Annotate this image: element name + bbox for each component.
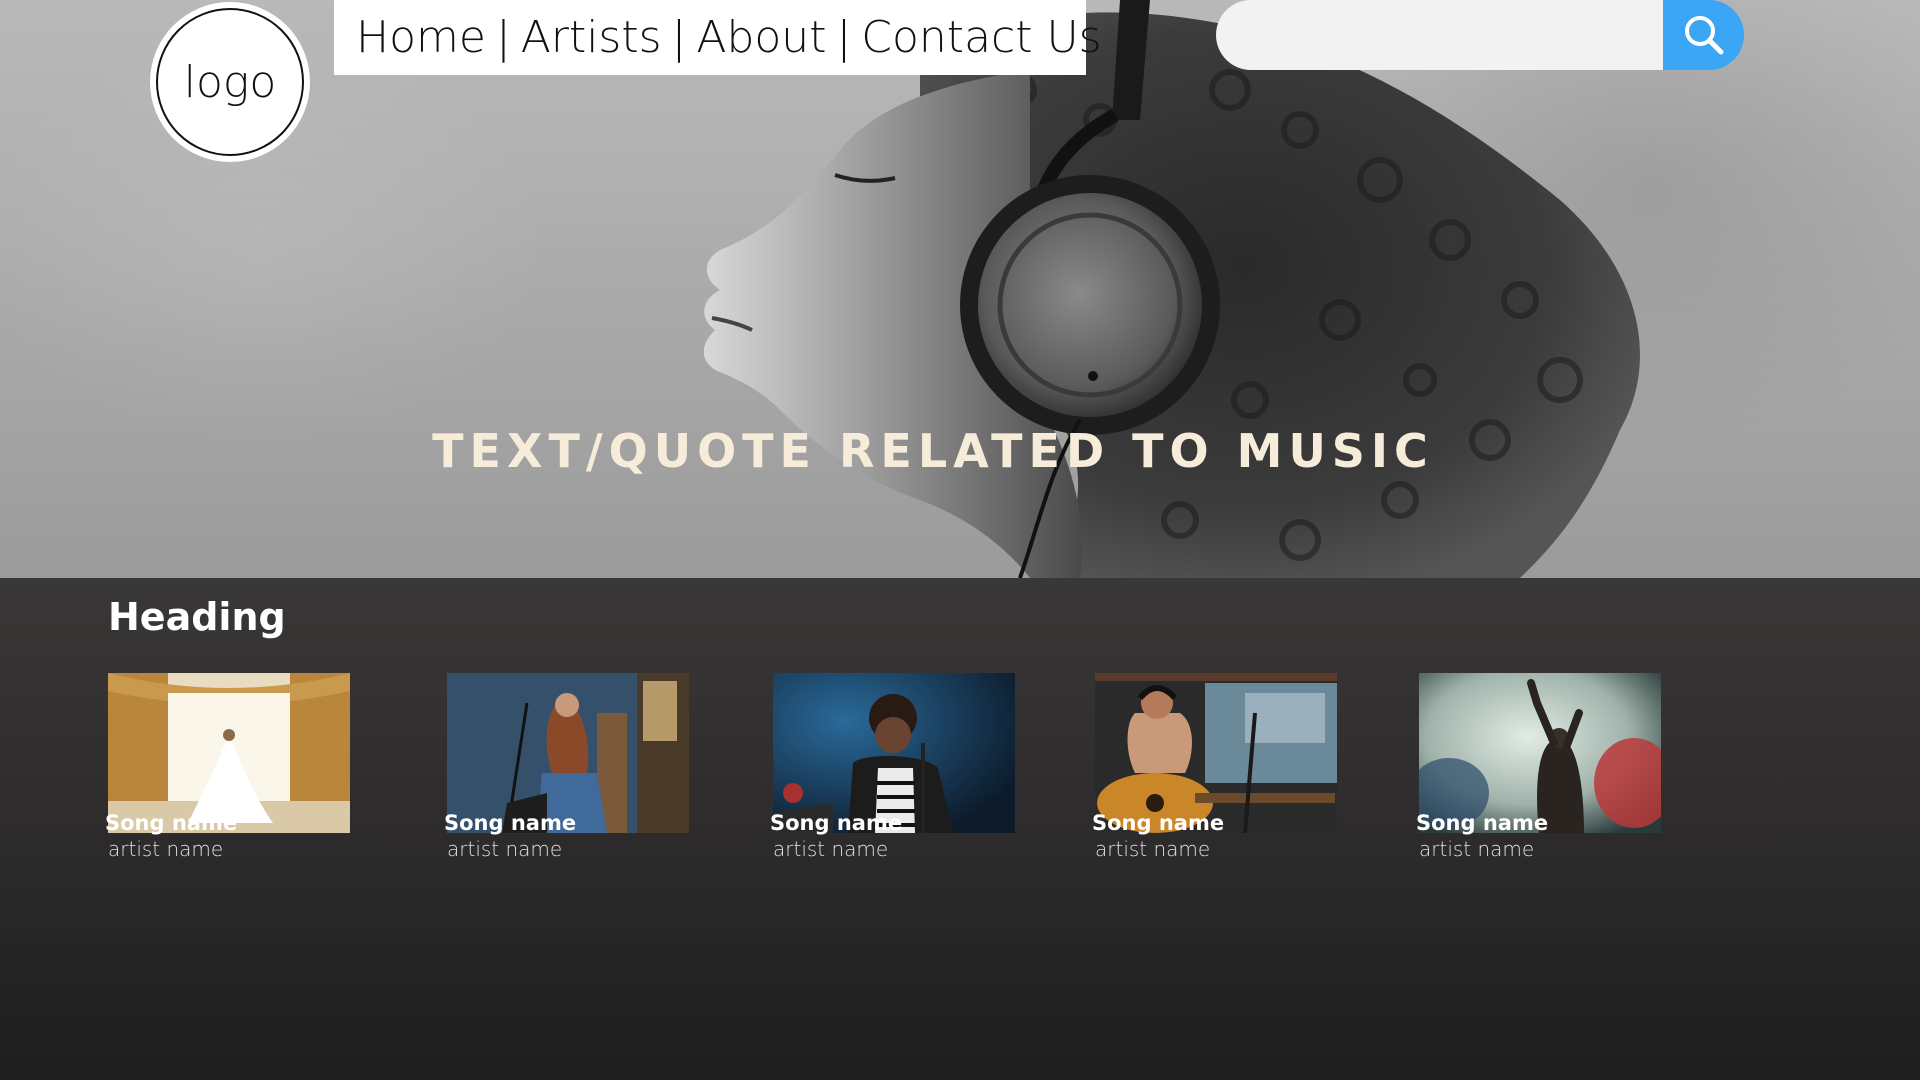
- artist-name[interactable]: artist name: [1419, 837, 1534, 861]
- nav-item-contact-us[interactable]: Contact Us: [861, 12, 1101, 63]
- song-name[interactable]: Song name: [770, 811, 902, 835]
- nav-separator: |: [836, 12, 852, 63]
- nav-item-about[interactable]: About: [696, 12, 826, 63]
- search-input[interactable]: [1216, 0, 1666, 70]
- nav-separator: |: [495, 12, 511, 63]
- search-icon: [1684, 16, 1723, 55]
- song-thumbnail[interactable]: [108, 673, 350, 833]
- artist-name[interactable]: artist name: [773, 837, 888, 861]
- section-heading: Heading: [108, 595, 286, 639]
- songs-section: Heading Song name artist name Song name …: [0, 578, 1920, 1080]
- song-card[interactable]: Song name artist name: [1092, 673, 1341, 861]
- song-card[interactable]: Song name artist name: [444, 673, 693, 861]
- song-thumbnail[interactable]: [1419, 673, 1661, 833]
- main-nav: Home | Artists | About | Contact Us: [334, 0, 1102, 75]
- search-bar: [1216, 0, 1744, 70]
- page: logo Home | Artists | About | Contact Us…: [0, 0, 1920, 1080]
- song-card[interactable]: Song name artist name: [770, 673, 1019, 861]
- song-name[interactable]: Song name: [444, 811, 576, 835]
- search-button[interactable]: [1663, 0, 1744, 70]
- song-name[interactable]: Song name: [1092, 811, 1224, 835]
- song-name[interactable]: Song name: [105, 811, 237, 835]
- hero-quote: TEXT/QUOTE RELATED TO MUSIC: [432, 424, 1434, 478]
- artist-name[interactable]: artist name: [108, 837, 223, 861]
- nav-item-home[interactable]: Home: [356, 12, 486, 63]
- song-card[interactable]: Song name artist name: [105, 673, 354, 861]
- nav-item-artists[interactable]: Artists: [521, 12, 662, 63]
- hero-banner: logo Home | Artists | About | Contact Us…: [0, 0, 1920, 578]
- logo-text: logo: [183, 56, 277, 108]
- song-name[interactable]: Song name: [1416, 811, 1548, 835]
- song-card[interactable]: Song name artist name: [1416, 673, 1665, 861]
- artist-name[interactable]: artist name: [1095, 837, 1210, 861]
- song-thumbnail[interactable]: [773, 673, 1015, 833]
- logo[interactable]: logo: [150, 2, 310, 162]
- song-thumbnail[interactable]: [1095, 673, 1337, 833]
- artist-name[interactable]: artist name: [447, 837, 562, 861]
- nav-separator: |: [671, 12, 687, 63]
- song-thumbnail[interactable]: [447, 673, 689, 833]
